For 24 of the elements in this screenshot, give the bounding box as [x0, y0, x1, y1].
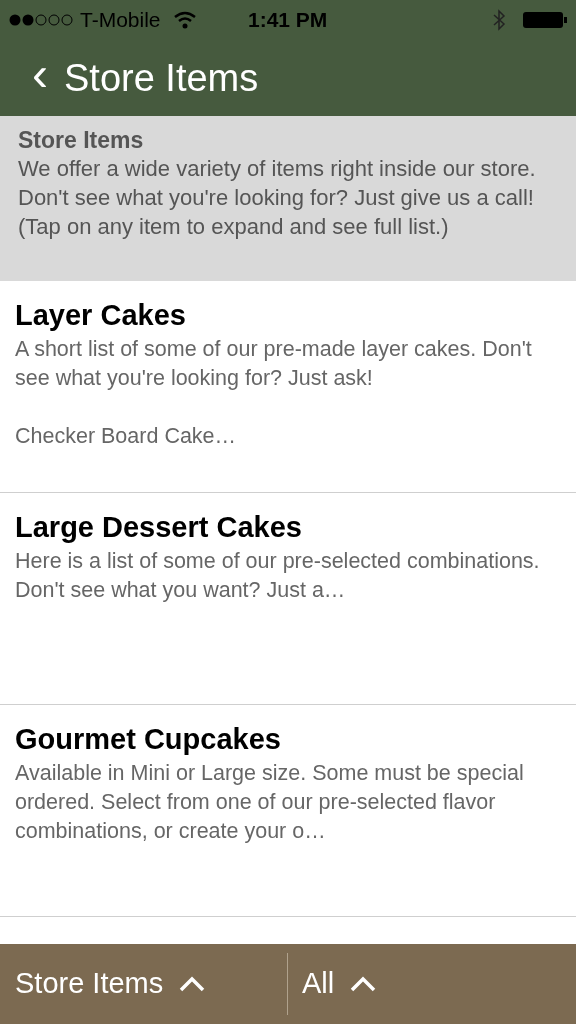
item-description: A short list of some of our pre-made layer cakes. Don't see what you're looking for? Just ask! [15, 336, 533, 392]
item-title: Gourmet Cupcakes [15, 722, 282, 757]
page-title: Store Items [64, 55, 259, 101]
item-description: Available in Mini or Large size. Some must be special ordered. Select from one of our pre-selected flavor combinations, or create your o… [15, 760, 525, 845]
item-title: Large Dessert Cakes [15, 510, 303, 545]
signal-icon [8, 13, 76, 27]
intro-title: Store Items [18, 126, 145, 154]
store-item[interactable]: Gourmet Cupcakes Available in Mini or Large size. Some must be special ordered. Select from one of our pre-selected flavor combinations, or create your o… [0, 705, 576, 917]
store-item[interactable]: Layer Cakes A short list of some of our pre-made layer cakes. Don't see what you're looking for? Just ask! Checker Board Cake… [0, 281, 576, 493]
item-preview: Checker Board Cake… [15, 423, 238, 450]
carrier-name: T-Mobile [80, 7, 161, 34]
wifi-icon [172, 11, 197, 29]
chevron-up-icon [350, 976, 377, 992]
clock-time: 1:41 PM [248, 7, 328, 34]
item-description: Here is a list of some of our pre-selected combinations. Don't see what you want? Just a… [15, 548, 541, 604]
battery-icon [522, 10, 568, 30]
store-item[interactable]: Large Dessert Cakes Here is a list of some of our pre-selected combinations. Don't see what you want? Just a… [0, 493, 576, 705]
bluetooth-icon [492, 9, 506, 31]
back-button[interactable]: ‹ [32, 50, 48, 98]
chevron-up-icon [179, 976, 206, 992]
item-title: Layer Cakes [15, 298, 187, 333]
filter-dropdown[interactable]: All [288, 944, 377, 1024]
filter-dropdown[interactable]: Store Items [0, 944, 287, 1024]
intro-text: We offer a wide variety of items right inside our store. Don't see what you're looking for? Just give us a call! (Tap on any item to expand and see full list.) [18, 155, 537, 241]
